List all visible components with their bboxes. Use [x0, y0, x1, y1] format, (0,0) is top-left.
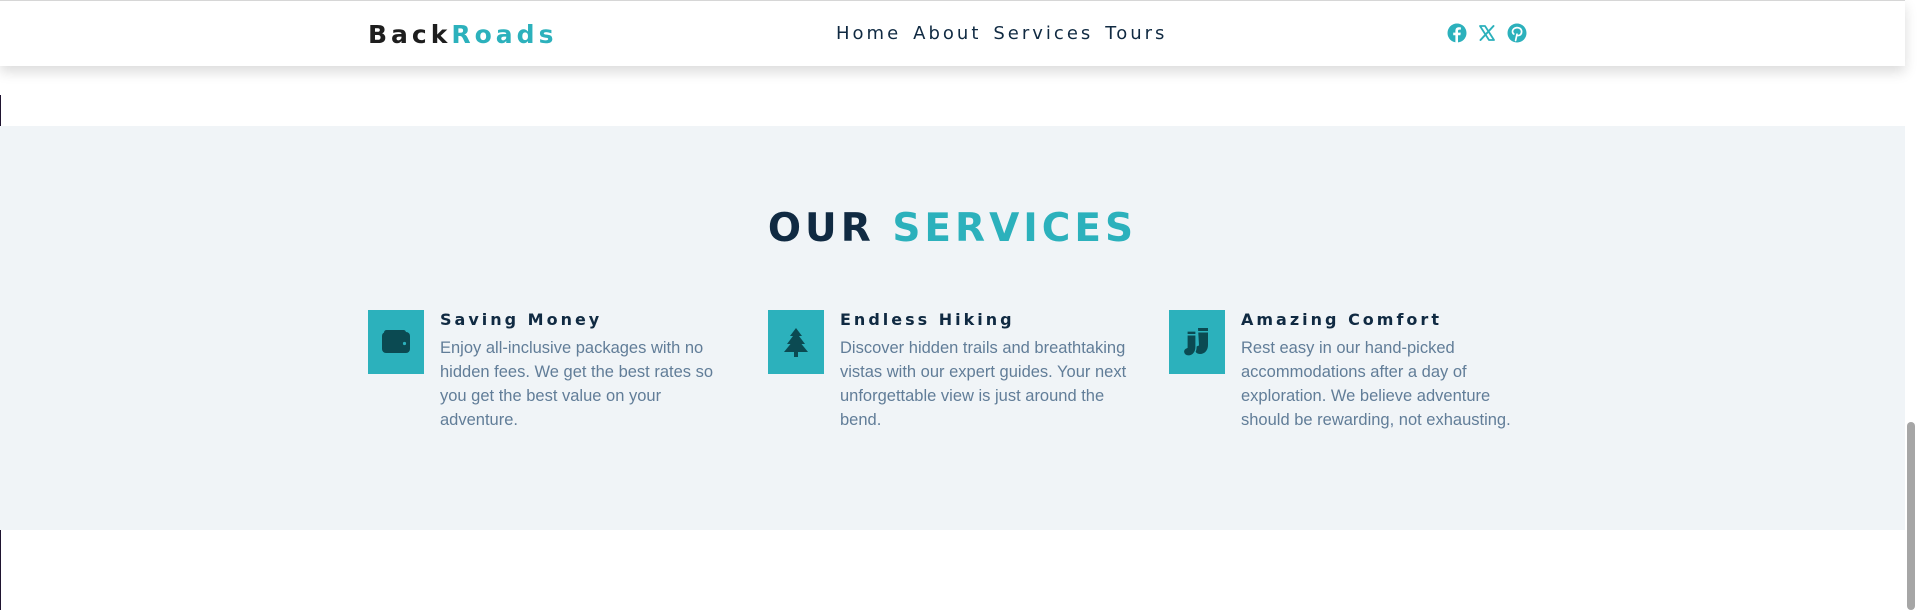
socks-icon: [1182, 328, 1208, 357]
nav-link-home[interactable]: Home: [836, 22, 901, 46]
navbar: BackRoads Home About Services Tours: [0, 0, 1905, 66]
logo[interactable]: BackRoads: [368, 20, 557, 50]
page: BackRoads Home About Services Tours OUR …: [0, 0, 1917, 610]
section-title-our: OUR: [767, 206, 875, 251]
nav-link-about[interactable]: About: [913, 22, 981, 46]
service-description: Rest easy in our hand-picked accommodati…: [1241, 339, 1511, 429]
service-icon-box: [1169, 310, 1225, 374]
section-title-services: SERVICES: [892, 206, 1138, 251]
scrollbar-thumb[interactable]: [1907, 422, 1915, 610]
nav-link-services[interactable]: Services: [993, 22, 1093, 46]
service-icon-box: [368, 310, 424, 374]
tree-icon: [784, 328, 808, 357]
service-icon-box: [768, 310, 824, 374]
social-links: [1447, 23, 1527, 43]
nav-links: Home About Services Tours: [836, 22, 1167, 46]
x-twitter-icon[interactable]: [1477, 23, 1497, 43]
logo-part-roads: Roads: [451, 20, 558, 49]
pinterest-icon[interactable]: [1507, 23, 1527, 43]
logo-part-back: Back: [368, 20, 452, 49]
service-title: Endless Hiking: [840, 310, 1015, 329]
service-title: Saving Money: [440, 310, 603, 329]
wallet-icon: [382, 330, 410, 353]
service-title: Amazing Comfort: [1241, 310, 1442, 329]
facebook-icon[interactable]: [1447, 23, 1467, 43]
service-description: Enjoy all-inclusive packages with no hid…: [440, 339, 714, 429]
service-description: Discover hidden trails and breathtaking …: [840, 339, 1127, 429]
scrollbar[interactable]: [1905, 0, 1917, 610]
nav-link-tours[interactable]: Tours: [1105, 22, 1167, 46]
services-section: OUR SERVICES Saving Money Enjoy all-incl…: [0, 126, 1905, 530]
section-title: OUR SERVICES: [0, 205, 1905, 253]
